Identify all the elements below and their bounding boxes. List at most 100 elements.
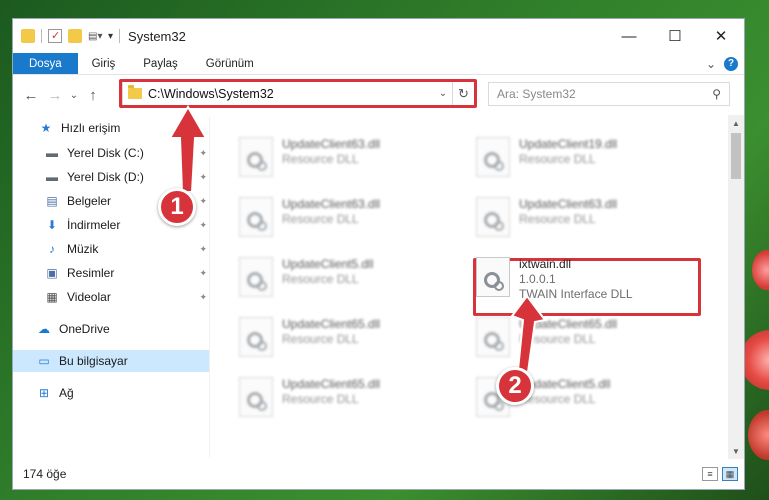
address-bar[interactable]: C:\Windows\System32 ⌄ ↻: [122, 81, 475, 106]
drive-icon: ▬: [46, 146, 58, 160]
search-box[interactable]: Ara: System32 ⚲: [488, 82, 730, 106]
title-bar: ✓ ▤▾ ▾ System32 — ☐ ✕: [13, 19, 744, 53]
minimize-button[interactable]: —: [606, 19, 652, 53]
sidebar-item[interactable]: ⊞ Ağ: [13, 382, 209, 404]
sidebar-item[interactable]: ▬ Yerel Disk (D:) ✦: [13, 166, 209, 188]
tab-file[interactable]: Dosya: [13, 53, 78, 74]
sidebar-item-label: Ağ: [59, 386, 74, 400]
sidebar-item[interactable]: ♪ Müzik ✦: [13, 238, 209, 260]
pin-icon[interactable]: ✦: [199, 172, 207, 183]
sidebar-item-label: Yerel Disk (C:): [67, 146, 144, 160]
tiles-view-icon[interactable]: ▦: [722, 467, 738, 481]
help-icon[interactable]: ?: [724, 56, 738, 71]
file-meta: Resource DLL: [282, 392, 359, 406]
pin-icon[interactable]: ✦: [199, 268, 207, 279]
file-text: UpdateClient65.dll Resource DLL: [282, 377, 380, 407]
file-text: UpdateClient19.dll Resource DLL: [519, 137, 617, 167]
sidebar-item[interactable]: ▬ Yerel Disk (C:) ✦: [13, 142, 209, 164]
sidebar-item[interactable]: ▦ Videolar ✦: [13, 286, 209, 308]
sidebar-item-label: OneDrive: [59, 322, 110, 336]
file-tile[interactable]: ixtwain.dll 1.0.0.1 TWAIN Interface DLL: [476, 257, 706, 315]
tab-view[interactable]: Görünüm: [192, 53, 268, 74]
status-bar: 174 öğe ≡ ▦: [13, 459, 744, 489]
file-meta: Resource DLL: [282, 152, 359, 166]
tab-share[interactable]: Paylaş: [129, 53, 192, 74]
sidebar-item-label: Müzik: [67, 242, 99, 256]
dll-file-icon: [239, 377, 273, 417]
callout-step-1: 1: [158, 188, 196, 226]
download-icon: ⬇: [46, 218, 58, 232]
details-view-icon[interactable]: ≡: [702, 467, 718, 481]
new-folder-icon[interactable]: [68, 29, 82, 43]
file-name: UpdateClient63.dll: [282, 197, 381, 211]
sidebar-item[interactable]: ★ Hızlı erişim: [13, 117, 209, 139]
file-tile[interactable]: UpdateClient65.dll Resource DLL: [239, 377, 469, 435]
sidebar-item[interactable]: ▭ Bu bilgisayar: [13, 350, 209, 372]
ribbon-tabs: Dosya Giriş Paylaş Görünüm ⌄ ?: [13, 53, 744, 75]
up-button[interactable]: ↑: [81, 83, 105, 107]
file-meta: Resource DLL: [282, 212, 359, 226]
file-text: ixtwain.dll 1.0.0.1 TWAIN Interface DLL: [519, 257, 633, 302]
file-tile[interactable]: UpdateClient5.dll Resource DLL: [239, 257, 469, 315]
pin-icon[interactable]: ✦: [199, 292, 207, 303]
dll-file-icon: [239, 197, 273, 237]
file-text: UpdateClient5.dll Resource DLL: [282, 257, 373, 287]
recent-locations-button[interactable]: ⌄: [67, 83, 81, 107]
file-name: UpdateClient63.dll: [519, 197, 618, 211]
address-dropdown-icon[interactable]: ⌄: [434, 88, 452, 99]
tab-home[interactable]: Giriş: [78, 53, 130, 74]
back-button[interactable]: ←: [19, 83, 43, 107]
forward-button[interactable]: →: [43, 83, 67, 107]
scroll-thumb[interactable]: [731, 133, 741, 179]
navigation-bar: ← → ⌄ ↑ C:\Windows\System32 ⌄ ↻ Ara: Sys…: [13, 77, 744, 113]
file-tile[interactable]: UpdateClient63.dll Resource DLL: [239, 137, 469, 195]
file-name: UpdateClient19.dll: [519, 137, 618, 151]
pin-icon[interactable]: ✦: [199, 148, 207, 159]
folder-icon[interactable]: [21, 29, 35, 43]
customize-toolbar-icon[interactable]: ▤▾: [88, 29, 102, 43]
file-text: UpdateClient63.dll Resource DLL: [282, 197, 380, 227]
file-name: UpdateClient63.dll: [282, 137, 381, 151]
file-tile[interactable]: UpdateClient65.dll Resource DLL: [476, 317, 706, 375]
sidebar-item-label: Hızlı erişim: [61, 121, 121, 135]
sidebar-item[interactable]: ▣ Resimler ✦: [13, 262, 209, 284]
window-controls: — ☐ ✕: [606, 19, 744, 53]
search-icon[interactable]: ⚲: [712, 87, 721, 101]
file-name: UpdateClient65.dll: [519, 317, 618, 331]
refresh-icon[interactable]: ↻: [452, 82, 474, 105]
expand-ribbon-icon[interactable]: ⌄: [706, 57, 716, 71]
star-icon: ★: [40, 121, 52, 135]
file-tile[interactable]: UpdateClient19.dll Resource DLL: [476, 137, 706, 195]
file-text: UpdateClient65.dll Resource DLL: [519, 317, 617, 347]
file-tile[interactable]: UpdateClient63.dll Resource DLL: [476, 197, 706, 255]
sidebar-item-label: Resimler: [67, 266, 115, 280]
close-button[interactable]: ✕: [698, 19, 744, 53]
window-title: System32: [128, 28, 186, 44]
sidebar-item-label: Bu bilgisayar: [59, 354, 128, 368]
file-tile[interactable]: UpdateClient65.dll Resource DLL: [239, 317, 469, 375]
flower-decoration: [752, 250, 769, 290]
file-name: UpdateClient65.dll: [282, 317, 381, 331]
file-meta: Resource DLL: [519, 212, 596, 226]
file-tile[interactable]: UpdateClient63.dll Resource DLL: [239, 197, 469, 255]
computer-icon: ▭: [38, 354, 50, 368]
dll-file-icon: [476, 137, 510, 177]
pin-icon[interactable]: ✦: [199, 220, 207, 231]
dll-file-icon: [476, 317, 510, 357]
dll-file-icon: [239, 257, 273, 297]
sidebar-item[interactable]: ☁ OneDrive: [13, 318, 209, 340]
sidebar-item-label: Belgeler: [67, 194, 112, 208]
pane-divider[interactable]: [209, 117, 210, 457]
properties-icon[interactable]: ✓: [48, 29, 62, 43]
scroll-down-icon[interactable]: ▼: [728, 443, 744, 459]
scroll-up-icon[interactable]: ▲: [728, 115, 744, 131]
quick-access-toolbar: ✓ ▤▾ ▾: [13, 29, 121, 43]
qa-dropdown-icon[interactable]: ▾: [108, 31, 113, 42]
pictures-icon: ▣: [46, 266, 58, 280]
vertical-scrollbar[interactable]: ▲ ▼: [728, 115, 744, 459]
search-input[interactable]: Ara: System32: [497, 87, 576, 101]
maximize-button[interactable]: ☐: [652, 19, 698, 53]
pin-icon[interactable]: ✦: [199, 196, 207, 207]
pin-icon[interactable]: ✦: [199, 244, 207, 255]
address-path[interactable]: C:\Windows\System32: [148, 87, 274, 101]
